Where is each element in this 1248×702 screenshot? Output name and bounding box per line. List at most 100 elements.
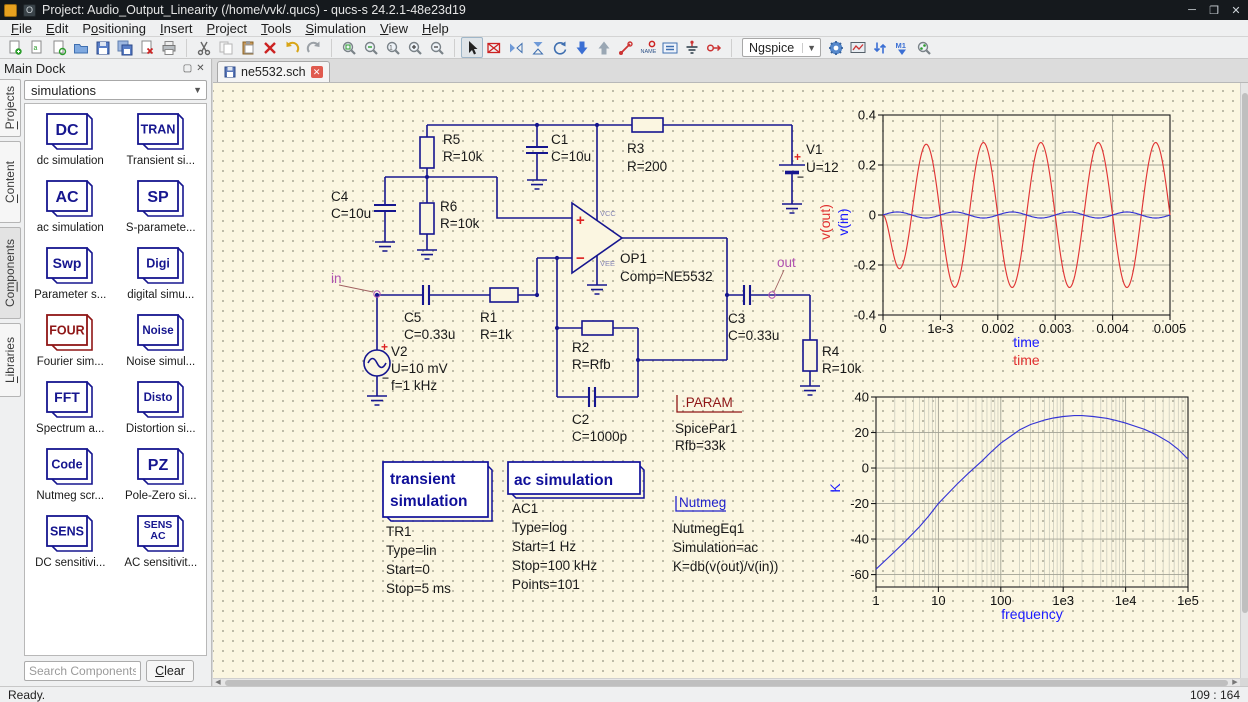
frequency-response-plot[interactable]: 40200-20-40-601101001e31e41e5frequencyK [827,388,1236,630]
menu-view[interactable]: View [373,21,415,36]
menu-simulation[interactable]: Simulation [298,21,373,36]
save-button[interactable] [92,37,114,58]
palette-item-transient-si-[interactable]: TRAN Transient si... [116,110,207,167]
palette-item-ac-sensitivit-[interactable]: SENS AC AC sensitivit... [116,512,207,569]
palette-item-parameter-s-[interactable]: Swp Parameter s... [25,244,116,301]
insert-equation-button[interactable] [659,37,681,58]
sidebar-tab-components[interactable]: Components [0,227,21,319]
menu-help[interactable]: Help [415,21,456,36]
menu-edit[interactable]: Edit [39,21,75,36]
svg-text:FOUR: FOUR [50,324,85,338]
svg-text:Code: Code [52,458,83,472]
palette-item-dc-sensitivi-[interactable]: SENS DC sensitivi... [25,512,116,569]
simulator-select[interactable]: Ngspice ▼ [742,38,822,57]
sidebar-tab-content[interactable]: Content [0,141,21,223]
minimize-icon[interactable]: ─ [1184,3,1200,17]
toggle-schematic-button[interactable] [869,37,891,58]
svg-text:1e5: 1e5 [1177,593,1199,608]
palette-item-nutmeg-scr-[interactable]: Code Nutmeg scr... [25,445,116,502]
rotate-button[interactable] [549,37,571,58]
svg-text:C4: C4 [331,189,349,204]
insert-marker-button[interactable]: M1 [891,37,913,58]
view-data-button[interactable] [847,37,869,58]
push-down-button[interactable] [571,37,593,58]
close-icon[interactable]: ✕ [1228,3,1244,17]
menu-project[interactable]: Project [200,21,254,36]
new-text-button[interactable]: a [26,37,48,58]
simulate-button[interactable] [825,37,847,58]
palette-item-pole-zero-si-[interactable]: PZ Pole-Zero si... [116,445,207,502]
palette-item-fourier-sim-[interactable]: FOUR Fourier sim... [25,311,116,368]
keycap-icon: SENS [46,515,94,552]
maximize-icon[interactable]: ❐ [1206,3,1222,17]
svg-text:v(in): v(in) [835,208,851,235]
time-domain-plot[interactable]: 0.4 0.2 0 -0.2 -0.4 0 1e-3 0.002 0.003 0.004 0.005… [817,105,1190,375]
zoom-in-button[interactable] [404,37,426,58]
svg-text:C=0.33u: C=0.33u [728,328,779,343]
zoom-fit-button[interactable] [338,37,360,58]
zoom-reset-button[interactable]: 1 [382,37,404,58]
keycap-icon: Noise [136,314,184,351]
sidebar-tab-libraries[interactable]: Libraries [0,323,21,397]
new-library-button[interactable] [48,37,70,58]
palette-item-dc-simulation[interactable]: DC dc simulation [25,110,116,167]
horizontal-scrollbar[interactable]: ◀ ▶ [213,678,1240,686]
svg-text:-0.4: -0.4 [854,308,876,323]
zoom-probe-button[interactable] [913,37,935,58]
schematic-canvas[interactable]: transient simulation ac simulation R5 R=10k C… [213,83,1240,678]
svg-text:C5: C5 [404,310,421,325]
menu-file[interactable]: File [4,21,39,36]
mirror-y-button[interactable] [527,37,549,58]
clear-search-button[interactable]: Clear [146,660,194,682]
copy-button[interactable] [215,37,237,58]
palette-item-noise-simul-[interactable]: Noise Noise simul... [116,311,207,368]
menu-positioning[interactable]: Positioning [75,21,153,36]
insert-port-icon [706,43,722,52]
cut-button[interactable] [193,37,215,58]
palette-item-s-paramete-[interactable]: SP S-paramete... [116,177,207,234]
pop-up-button[interactable] [593,37,615,58]
tab-ne5532-sch[interactable]: ne5532.sch ✕ [217,61,330,82]
select-button[interactable] [461,37,483,58]
simulations-dropdown[interactable]: simulations ▼ [24,80,207,100]
palette-item-distortion-si-[interactable]: Disto Distortion si... [116,378,207,435]
tab-close-icon[interactable]: ✕ [310,66,323,78]
keycap-icon: PZ [136,448,184,485]
palette-item-spectrum-a-[interactable]: FFT Spectrum a... [25,378,116,435]
svg-text:R1: R1 [480,310,497,325]
mirror-x-button[interactable] [505,37,527,58]
insert-wire-button[interactable] [615,37,637,58]
dock-float-icon[interactable]: ▢ [181,62,194,75]
paste-button[interactable] [237,37,259,58]
simulate-icon [829,40,844,55]
dock-close-icon[interactable]: ✕ [194,62,207,75]
keycap-icon: AC [46,180,94,217]
svg-text:out: out [777,255,796,270]
close-file-button[interactable] [136,37,158,58]
insert-port-button[interactable] [703,37,725,58]
zoom-out-button[interactable] [426,37,448,58]
palette-item-digital-simu-[interactable]: Digi digital simu... [116,244,207,301]
undo-button[interactable] [281,37,303,58]
zoom-selection-button[interactable] [360,37,382,58]
menu-insert[interactable]: Insert [153,21,200,36]
deactivate-button[interactable] [483,37,505,58]
insert-label-button[interactable]: NAME [637,37,659,58]
svg-text:−: − [382,371,389,385]
delete-button[interactable] [259,37,281,58]
menu-tools[interactable]: Tools [254,21,298,36]
svg-text:Type=log: Type=log [512,520,567,535]
sidebar-tab-projects[interactable]: Projects [0,79,21,137]
vertical-scrollbar-thumb[interactable] [1242,93,1248,613]
horizontal-scrollbar-thumb[interactable] [225,679,1228,686]
open-file-button[interactable] [70,37,92,58]
search-components-input[interactable] [24,661,141,681]
vertical-scrollbar[interactable] [1240,83,1248,678]
zoom-reset-icon: 1 [386,41,400,55]
palette-item-ac-simulation[interactable]: AC ac simulation [25,177,116,234]
redo-button[interactable] [303,37,325,58]
print-button[interactable] [158,37,180,58]
insert-ground-button[interactable] [681,37,703,58]
new-schematic-button[interactable] [4,37,26,58]
save-all-button[interactable] [114,37,136,58]
